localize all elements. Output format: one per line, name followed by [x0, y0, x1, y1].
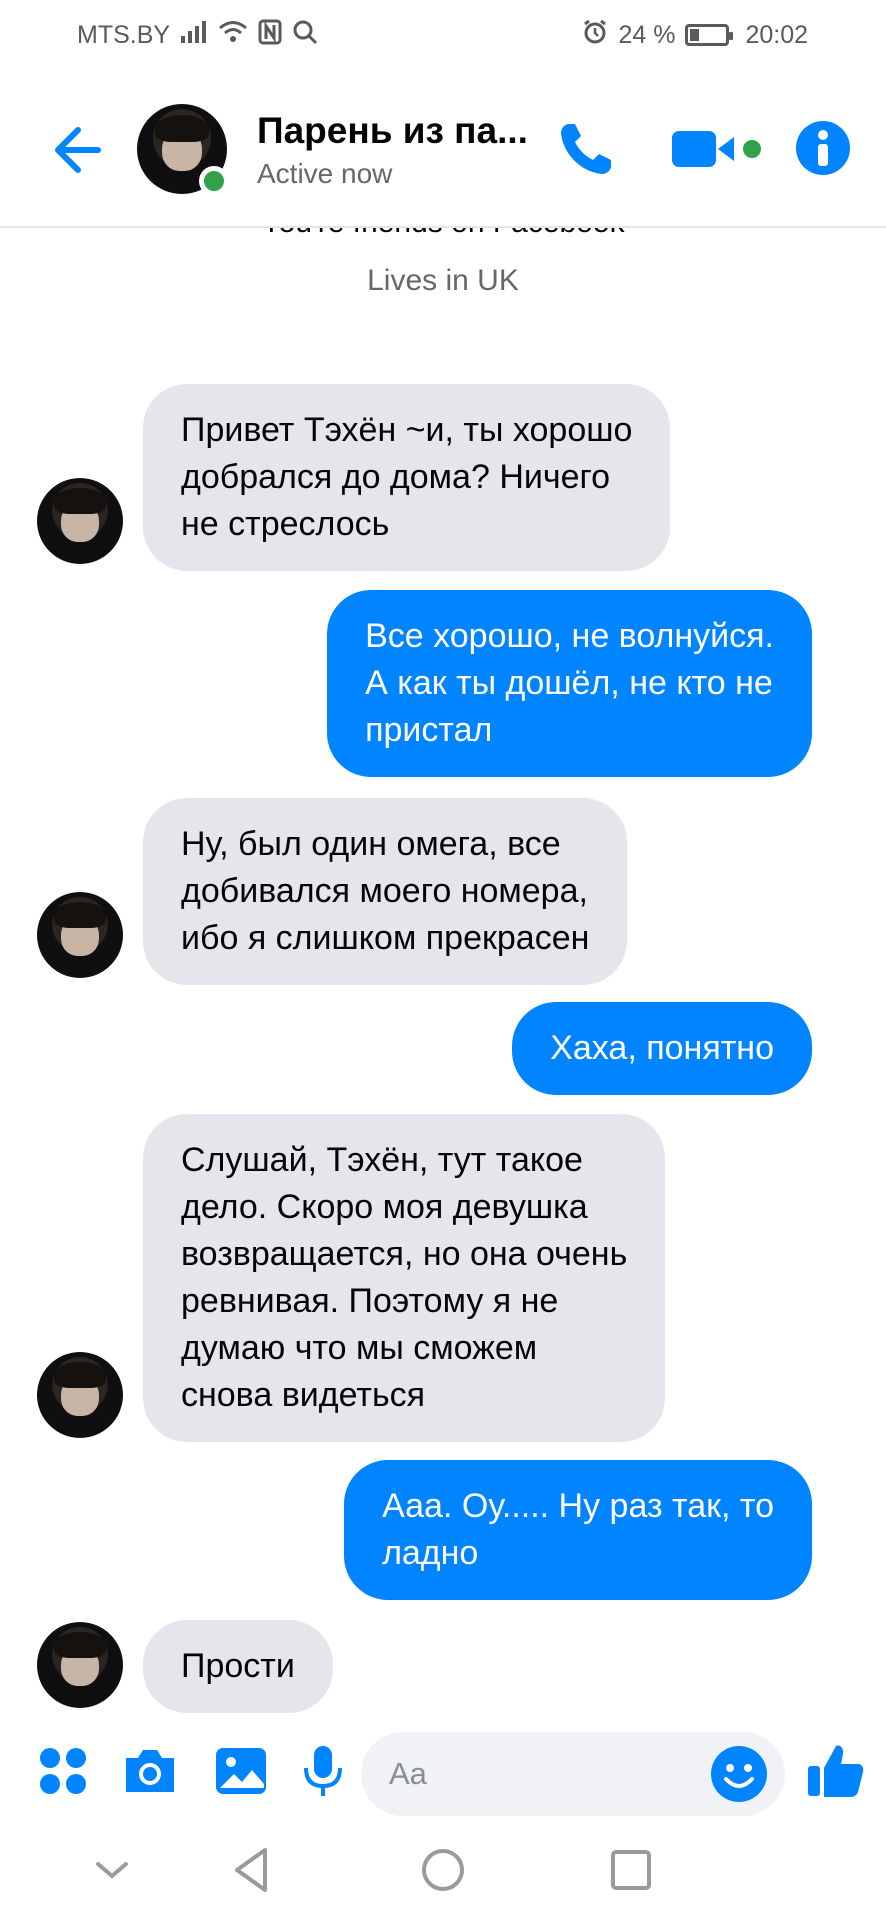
- avatar-photo: [37, 892, 123, 978]
- signal-icon: [180, 20, 208, 51]
- carrier-label: MTS.BY: [77, 20, 171, 49]
- collapse-chevron-icon: [96, 1862, 128, 1879]
- gallery-button[interactable]: [214, 1744, 268, 1798]
- outgoing-message[interactable]: Все хорошо, не волнуйся. А как ты дошёл,…: [327, 590, 812, 777]
- apps-grid-icon: [40, 1748, 86, 1794]
- incoming-message[interactable]: Ну, был один омега, все добивался моего …: [143, 798, 628, 985]
- collapse-button[interactable]: [84, 1842, 140, 1898]
- wifi-icon: [218, 20, 248, 51]
- nav-recents-button[interactable]: [603, 1842, 659, 1898]
- conversation-header: Парень из па... Active now: [0, 70, 886, 228]
- message-composer: [0, 1718, 886, 1822]
- emoji-button[interactable]: [709, 1744, 769, 1804]
- battery-level-fill: [690, 29, 699, 41]
- incoming-message[interactable]: Прости: [143, 1620, 333, 1713]
- contact-avatar[interactable]: [137, 104, 229, 196]
- apps-button[interactable]: [36, 1744, 90, 1798]
- nfc-icon: [258, 19, 282, 52]
- voice-button[interactable]: [296, 1744, 350, 1798]
- incoming-message[interactable]: Привет Тэхён ~и, ты хорошо добрался до д…: [143, 384, 671, 571]
- back-triangle-icon: [235, 1848, 267, 1892]
- alarm-icon: [582, 19, 608, 52]
- battery-icon: [685, 24, 734, 46]
- avatar-photo: [37, 1622, 123, 1708]
- camera-button[interactable]: [122, 1744, 176, 1798]
- outgoing-message[interactable]: Хаха, понятно: [512, 1002, 812, 1095]
- nav-back-button[interactable]: [225, 1842, 281, 1898]
- profile-friends-note: You're friends on Facebook: [0, 228, 886, 240]
- incoming-message[interactable]: Слушай, Тэхён, тут такое дело. Скоро моя…: [143, 1114, 666, 1442]
- sender-avatar[interactable]: [37, 892, 123, 978]
- contact-name: Парень из па...: [257, 110, 528, 151]
- info-button[interactable]: [793, 118, 853, 178]
- back-button[interactable]: [48, 122, 104, 178]
- audio-call-button[interactable]: [555, 118, 617, 180]
- emoji-icon: [711, 1746, 767, 1802]
- clock: 20:02: [745, 20, 808, 49]
- video-call-button[interactable]: [670, 125, 770, 173]
- system-navigation-bar: [0, 1822, 886, 1920]
- battery-percent: 24 %: [618, 20, 676, 49]
- camera-icon: [126, 1750, 174, 1792]
- message-list[interactable]: You're friends on Facebook Lives in UK П…: [0, 228, 886, 1718]
- outgoing-message[interactable]: Ааа. Оу..... Ну раз так, то ладно: [344, 1460, 812, 1600]
- microphone-icon: [304, 1746, 342, 1796]
- status-left: MTS.BY: [77, 19, 318, 52]
- status-right: 24 % 20:02: [582, 19, 808, 52]
- online-indicator: [199, 166, 229, 196]
- profile-location: Lives in UK: [367, 264, 519, 297]
- status-bar: MTS.BY 24 % 20:02: [0, 0, 886, 70]
- avatar-photo: [37, 1352, 123, 1438]
- search-icon: [292, 19, 318, 52]
- like-button[interactable]: [806, 1740, 866, 1800]
- recents-square-icon: [611, 1850, 651, 1890]
- contact-info[interactable]: Парень из па... Active now: [257, 110, 547, 190]
- back-arrow-icon: [55, 127, 101, 173]
- avatar-photo: [37, 478, 123, 564]
- sender-avatar[interactable]: [37, 1352, 123, 1438]
- info-icon: [796, 121, 850, 175]
- gallery-icon: [216, 1748, 266, 1794]
- message-input-container[interactable]: [361, 1732, 785, 1816]
- sender-avatar[interactable]: [37, 478, 123, 564]
- nav-home-button[interactable]: [415, 1842, 471, 1898]
- message-input[interactable]: [389, 1732, 689, 1816]
- phone-icon: [561, 124, 611, 174]
- sender-avatar[interactable]: [37, 1622, 123, 1708]
- active-status: Active now: [257, 158, 393, 189]
- thumbs-up-icon: [808, 1745, 864, 1797]
- video-camera-icon: [672, 131, 761, 167]
- home-circle-icon: [422, 1849, 464, 1891]
